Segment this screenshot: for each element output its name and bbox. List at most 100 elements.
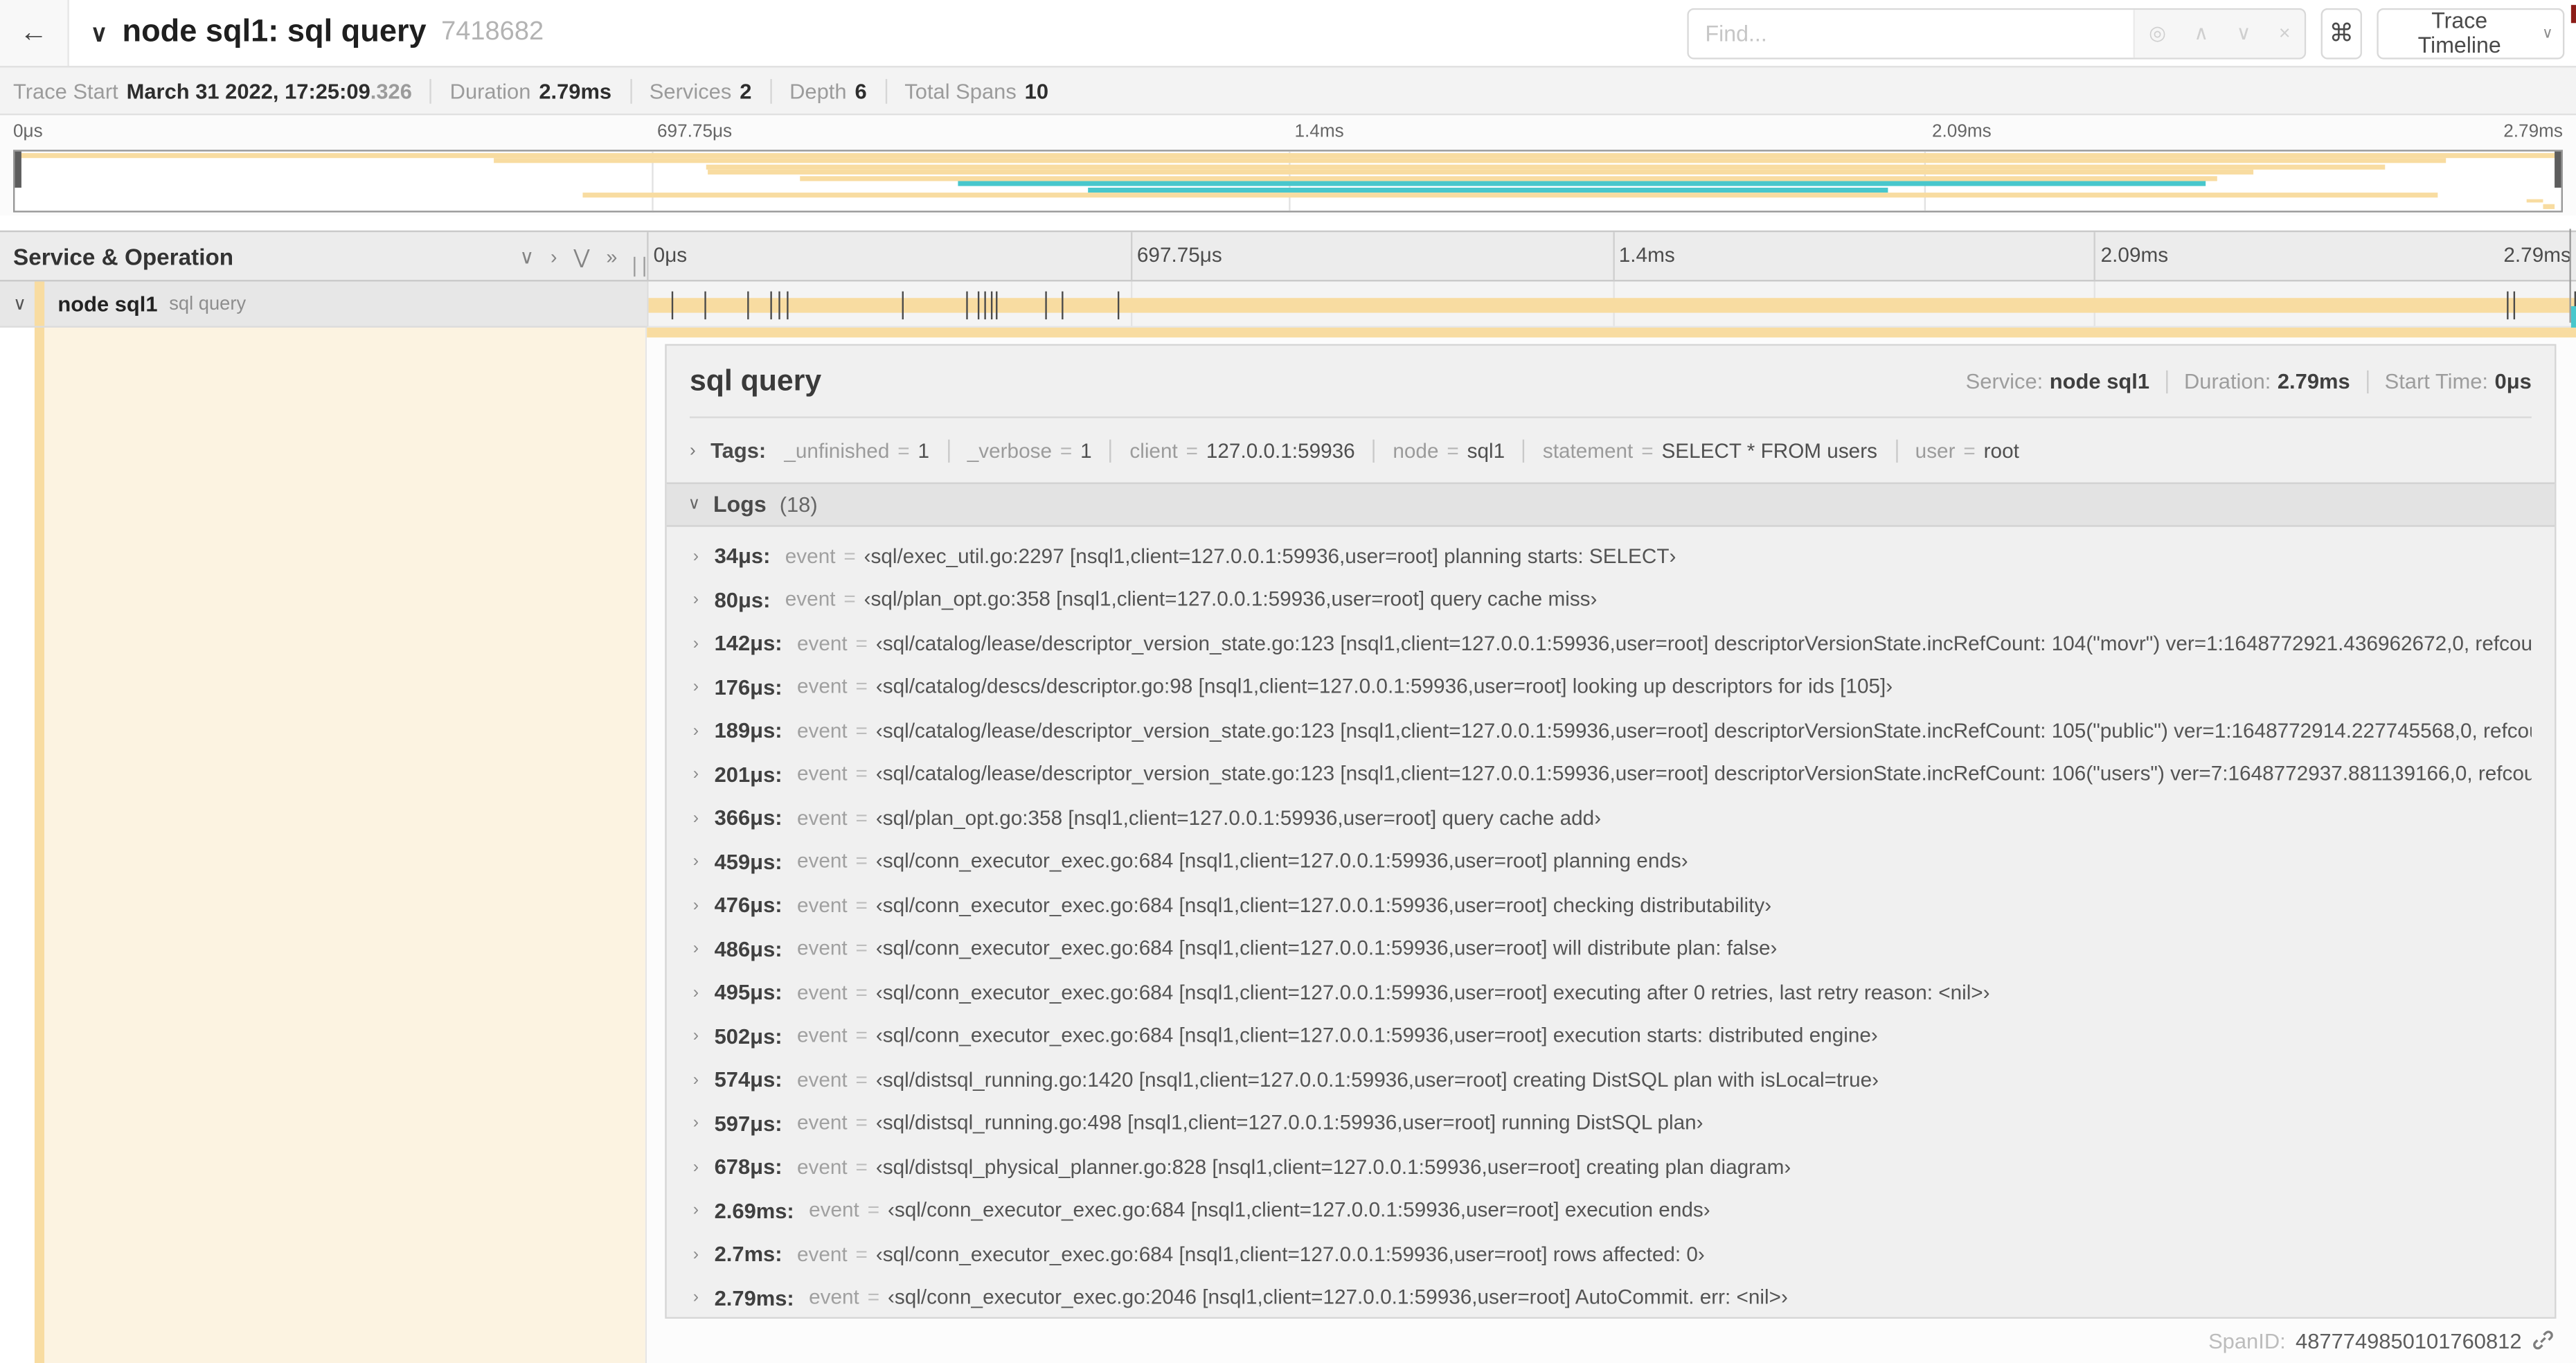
tag-value: sql1 (1467, 438, 1505, 462)
minimap-tick-label: 1.4ms (1294, 121, 1344, 142)
back-button[interactable]: ← (0, 0, 69, 66)
tag-item[interactable]: client = 127.0.0.1:59936 (1109, 438, 1373, 462)
log-row[interactable]: › 574μs: event = ‹sql/distsql_running.go… (690, 1058, 2532, 1101)
span-bar-cell[interactable] (647, 281, 2576, 328)
span-color-accent (34, 281, 44, 326)
find-input[interactable] (1688, 9, 2134, 57)
log-field-value: ‹sql/conn_executor_exec.go:684 [nsql1,cl… (875, 937, 1778, 961)
tag-item[interactable]: node = sql1 (1372, 438, 1523, 462)
log-equals: = (855, 806, 868, 830)
log-timestamp: 678μs: (714, 1154, 782, 1179)
log-tick (704, 290, 706, 320)
log-equals: = (855, 719, 868, 742)
log-field-value: ‹sql/plan_opt.go:358 [nsql1,client=127.0… (875, 806, 1602, 830)
chevron-right-icon: › (692, 808, 699, 828)
log-row[interactable]: › 678μs: event = ‹sql/distsql_physical_p… (690, 1145, 2532, 1188)
tag-item[interactable]: statement = SELECT * FROM users (1523, 438, 1895, 462)
jaeger-trace-page: ← ∨ node sql1: sql query 7418682 ◎ ∧ ∨ ×… (0, 0, 2576, 1363)
row-collapse-icon[interactable]: ∨ (13, 293, 26, 314)
clear-search-icon[interactable]: × (2279, 21, 2291, 44)
scrollbar-marker-teal (2570, 306, 2576, 328)
span-name-cell[interactable]: ∨ node sql1 sql query (0, 281, 647, 328)
divider (2165, 369, 2168, 393)
deep-link-icon[interactable] (2532, 1328, 2555, 1351)
log-field-value: ‹sql/catalog/lease/descriptor_version_st… (875, 763, 2532, 786)
log-row[interactable]: › 495μs: event = ‹sql/conn_executor_exec… (690, 970, 2532, 1014)
log-field-value: ‹sql/conn_executor_exec.go:684 [nsql1,cl… (887, 1199, 1710, 1222)
log-timestamp: 2.69ms: (714, 1197, 794, 1223)
expand-all-icon[interactable]: » (606, 244, 617, 267)
chevron-down-icon[interactable]: ∨ (91, 19, 107, 46)
log-row[interactable]: › 142μs: event = ‹sql/catalog/lease/desc… (690, 621, 2532, 665)
log-field-value: ‹sql/exec_util.go:2297 [nsql1,client=127… (864, 544, 1676, 568)
tag-key: _unfinished (784, 438, 890, 462)
log-row[interactable]: › 80μs: event = ‹sql/plan_opt.go:358 [ns… (690, 578, 2532, 621)
log-row[interactable]: › 2.7ms: event = ‹sql/conn_executor_exec… (690, 1232, 2532, 1276)
chevron-right-icon: › (692, 1113, 699, 1133)
timeline-header-row: Service & Operation ∨ › ⋁ » 0μs 697.75μs… (0, 230, 2576, 282)
service-operation-header-cell: Service & Operation ∨ › ⋁ » (0, 232, 647, 280)
tag-equals: = (1963, 438, 1976, 462)
log-timestamp: 495μs: (714, 979, 782, 1005)
log-equals: = (855, 1068, 868, 1092)
expand-one-icon[interactable]: › (551, 244, 557, 267)
minimap-span-bar (1088, 187, 1889, 192)
timeline-ruler: 0μs 697.75μs 1.4ms 2.09ms 2.79ms (647, 232, 2576, 280)
span-row[interactable]: ∨ node sql1 sql query (0, 281, 2576, 328)
span-id-label: SpanID: (2208, 1328, 2286, 1353)
log-field-value: ‹sql/conn_executor_exec.go:684 [nsql1,cl… (875, 850, 1688, 873)
logs-count: (18) (779, 491, 818, 517)
viewport-handle-left[interactable] (15, 151, 21, 188)
log-row[interactable]: › 201μs: event = ‹sql/catalog/lease/desc… (690, 752, 2532, 796)
log-row[interactable]: › 2.79ms: event = ‹sql/conn_executor_exe… (690, 1276, 2532, 1316)
trace-title-group: ∨ node sql1: sql query 7418682 (91, 15, 544, 51)
span-id-row: SpanID: 4877749850101760812 (647, 1318, 2576, 1362)
log-row[interactable]: › 502μs: event = ‹sql/conn_executor_exec… (690, 1014, 2532, 1058)
next-result-icon[interactable]: ∨ (2237, 21, 2251, 44)
trace-minimap: 0μs 697.75μs 1.4ms 2.09ms 2.79ms (0, 115, 2576, 216)
log-field-value: ‹sql/conn_executor_exec.go:2046 [nsql1,c… (887, 1286, 1788, 1310)
keyboard-shortcuts-button[interactable]: ⌘ (2320, 7, 2362, 59)
log-row[interactable]: › 34μs: event = ‹sql/exec_util.go:2297 [… (690, 534, 2532, 578)
log-row[interactable]: › 366μs: event = ‹sql/plan_opt.go:358 [n… (690, 796, 2532, 839)
log-row[interactable]: › 176μs: event = ‹sql/catalog/descs/desc… (690, 665, 2532, 709)
divider (689, 416, 2532, 418)
tags-row[interactable]: › Tags: _unfinished = 1 _verbose = 1 cli… (690, 422, 2532, 479)
tag-item[interactable]: _unfinished = 1 (773, 438, 947, 461)
tag-item[interactable]: user = root (1895, 438, 2037, 462)
log-equals: = (855, 632, 868, 655)
log-row[interactable]: › 476μs: event = ‹sql/conn_executor_exec… (690, 883, 2532, 927)
minimap-span-row (15, 153, 2561, 158)
collapse-one-icon[interactable]: ∨ (519, 244, 534, 267)
find-group: ◎ ∧ ∨ × (1687, 7, 2307, 59)
collapse-all-icon[interactable]: ⋁ (573, 244, 589, 267)
viewport-handle-right[interactable] (2555, 151, 2561, 188)
trace-timeline-select[interactable]: Trace Timeline ∨ (2377, 7, 2565, 59)
prev-result-icon[interactable]: ∧ (2194, 21, 2208, 44)
log-equals: = (855, 850, 868, 873)
tag-item[interactable]: _verbose = 1 (947, 438, 1110, 462)
chevron-right-icon: › (692, 895, 699, 916)
minimap-bars (15, 153, 2561, 209)
logs-header[interactable]: ∨ Logs (18) (666, 481, 2555, 526)
log-row[interactable]: › 459μs: event = ‹sql/conn_executor_exec… (690, 839, 2532, 883)
detail-expanded-accent[interactable] (647, 328, 2576, 337)
log-field-value: ‹sql/distsql_running.go:498 [nsql1,clien… (875, 1112, 1703, 1135)
minimap-span-row (15, 175, 2561, 181)
start-time-label: Start Time: (2384, 368, 2489, 394)
depth-stat: Depth 6 (771, 78, 887, 103)
log-field-key: event (796, 1112, 848, 1135)
detail-card-header: sql query Service: node sql1 Duration: 2… (690, 345, 2532, 404)
log-row[interactable]: › 2.69ms: event = ‹sql/conn_executor_exe… (690, 1188, 2532, 1232)
log-row[interactable]: › 486μs: event = ‹sql/conn_executor_exec… (690, 927, 2532, 970)
match-target-icon[interactable]: ◎ (2149, 21, 2166, 44)
log-row[interactable]: › 597μs: event = ‹sql/distsql_running.go… (690, 1101, 2532, 1145)
minimap-canvas[interactable] (13, 150, 2563, 213)
command-icon: ⌘ (2329, 19, 2354, 48)
column-resizer[interactable] (634, 256, 645, 277)
trace-timeline-label: Trace Timeline (2417, 8, 2501, 58)
log-timestamp: 574μs: (714, 1067, 782, 1092)
log-equals: = (855, 763, 868, 786)
log-row[interactable]: › 189μs: event = ‹sql/catalog/lease/desc… (690, 709, 2532, 752)
log-equals: = (843, 588, 856, 612)
